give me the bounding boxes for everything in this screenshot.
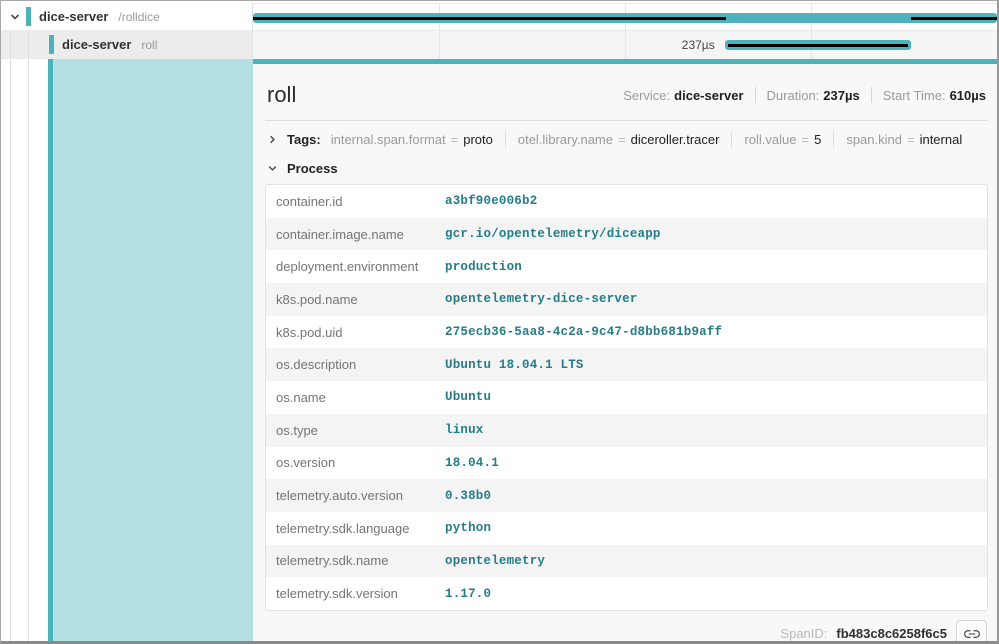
indent-guide xyxy=(28,31,29,58)
table-row: os.descriptionUbuntu 18.04.1 LTS xyxy=(266,348,987,381)
service-name: dice-server xyxy=(39,9,108,24)
table-row: os.version18.04.1 xyxy=(266,447,987,480)
copy-link-button[interactable] xyxy=(956,620,987,641)
spanid-value: fb483c8c6258f6c5 xyxy=(836,626,947,641)
selected-span-gutter xyxy=(1,59,253,641)
chevron-down-icon[interactable] xyxy=(9,11,21,23)
indent-guide xyxy=(10,31,11,58)
process-header: Process xyxy=(287,161,338,176)
table-row: telemetry.auto.version0.38b0 xyxy=(266,479,987,512)
process-kv-table: container.ida3bf90e006b2 container.image… xyxy=(265,184,988,611)
indent-guide xyxy=(10,59,11,641)
grid-line xyxy=(625,31,626,59)
divider xyxy=(755,87,756,103)
table-row: os.typelinux xyxy=(266,414,987,447)
table-row: k8s.pod.uid275ecb36-5aa8-4c2a-9c47-d8bb6… xyxy=(266,316,987,349)
selected-span-highlight xyxy=(53,59,253,641)
grid-line xyxy=(439,31,440,59)
divider xyxy=(505,131,506,148)
span-bar-track-roll[interactable]: 237µs xyxy=(253,31,997,59)
span-name-cell-roll[interactable]: dice-server roll xyxy=(1,31,253,59)
span-detail-panel: roll Service:dice-server Duration:237µs … xyxy=(253,59,997,641)
span-color-swatch xyxy=(49,35,54,54)
spanid-label: SpanID: xyxy=(780,626,827,641)
span-detail-header: roll Service:dice-server Duration:237µs … xyxy=(265,74,988,121)
indent-guide xyxy=(28,59,29,641)
stat-service: Service:dice-server xyxy=(623,88,743,103)
tag-summary-item: otel.library.name=diceroller.tracer xyxy=(518,132,720,147)
tags-header: Tags: xyxy=(287,132,321,147)
divider xyxy=(731,131,732,148)
jaeger-trace-detail-view: dice-server /rolldice dice-server roll 2… xyxy=(0,0,999,644)
stat-start-time: Start Time:610µs xyxy=(883,88,986,103)
span-row-rolldice: dice-server /rolldice xyxy=(1,3,997,31)
table-row: k8s.pod.nameopentelemetry-dice-server xyxy=(266,283,987,316)
span-title: roll xyxy=(267,82,296,108)
process-accordion[interactable]: Process xyxy=(265,157,988,184)
operation-name: /rolldice xyxy=(118,10,159,24)
table-row: telemetry.sdk.version1.17.0 xyxy=(266,577,987,610)
table-row: telemetry.sdk.nameopentelemetry xyxy=(266,545,987,578)
table-row: container.image.namegcr.io/opentelemetry… xyxy=(266,218,987,251)
critical-path-segment xyxy=(253,17,726,20)
span-bar-track-rolldice[interactable] xyxy=(253,3,997,31)
chevron-right-icon[interactable] xyxy=(267,134,281,145)
service-name: dice-server xyxy=(62,37,131,52)
link-icon xyxy=(964,626,980,641)
critical-path-segment xyxy=(728,44,908,47)
tag-summary-item: roll.value=5 xyxy=(744,132,821,147)
table-row: container.ida3bf90e006b2 xyxy=(266,185,987,218)
critical-path-segment xyxy=(911,17,997,20)
span-row-roll: dice-server roll 237µs xyxy=(1,31,997,59)
span-stats: Service:dice-server Duration:237µs Start… xyxy=(623,87,986,103)
table-row: deployment.environmentproduction xyxy=(266,250,987,283)
span-detail-footer: SpanID: fb483c8c6258f6c5 xyxy=(265,611,988,641)
divider xyxy=(833,131,834,148)
table-row: telemetry.sdk.languagepython xyxy=(266,512,987,545)
table-row: os.nameUbuntu xyxy=(266,381,987,414)
span-duration-label: 237µs xyxy=(682,38,725,52)
stat-duration: Duration:237µs xyxy=(767,88,860,103)
chevron-down-icon[interactable] xyxy=(267,163,281,174)
tag-summary-item: span.kind=internal xyxy=(846,132,962,147)
operation-name: roll xyxy=(141,38,157,52)
tags-accordion[interactable]: Tags: internal.span.format=proto otel.li… xyxy=(265,121,988,157)
span-name-cell-rolldice[interactable]: dice-server /rolldice xyxy=(1,3,253,31)
span-color-swatch xyxy=(26,7,31,26)
tag-summary-item: internal.span.format=proto xyxy=(331,132,493,147)
divider xyxy=(871,87,872,103)
